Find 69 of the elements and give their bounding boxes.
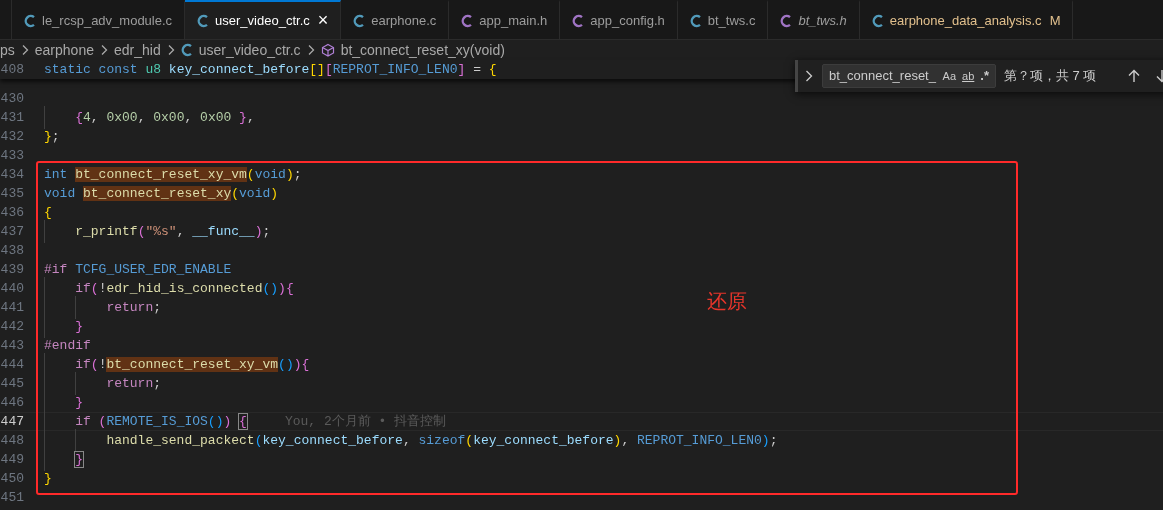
line-number: 450 xyxy=(0,469,25,488)
search-option-toggle[interactable]: .* xyxy=(980,66,989,86)
chevron-right-icon xyxy=(20,44,29,56)
chevron-right-icon xyxy=(804,69,814,83)
code-line: } xyxy=(44,316,83,337)
line-number: 449 xyxy=(0,450,25,469)
breadcrumb-item[interactable]: ps xyxy=(0,39,15,61)
modified-label: M xyxy=(1049,11,1061,30)
breadcrumb-item[interactable]: user_video_ctr.c xyxy=(198,39,301,61)
line-number: 434 xyxy=(0,165,25,184)
chevron-right-icon xyxy=(306,44,315,56)
code-line: { xyxy=(44,203,52,222)
search-option-toggle[interactable]: Aa xyxy=(942,67,957,85)
code-line: static const u8 key_connect_before[][REPROT_INFO_LEN0] = { xyxy=(44,60,497,79)
annotation-label: 还原 xyxy=(707,289,747,314)
line-number: 445 xyxy=(0,374,25,393)
editor-tab[interactable]: user_video_ctr.c × xyxy=(185,0,342,39)
c-file-icon xyxy=(461,13,474,28)
code-line: void bt_connect_reset_xy(void) xyxy=(44,184,279,203)
search-field[interactable]: bt_connect_reset_ Aa ab .* xyxy=(822,64,996,88)
line-number: 447 xyxy=(0,412,25,431)
line-number: 408 xyxy=(0,60,25,79)
close-icon[interactable]: × xyxy=(317,7,329,34)
line-number: 444 xyxy=(0,355,25,374)
code-line: } xyxy=(44,449,84,470)
line-number: 431 xyxy=(0,108,25,127)
c-file-icon xyxy=(197,13,210,28)
code-line: return; xyxy=(44,297,162,318)
c-file-icon xyxy=(780,13,793,28)
line-number: 430 xyxy=(0,89,25,108)
line-number: 448 xyxy=(0,431,25,450)
code-line: #if TCFG_USER_EDR_ENABLE xyxy=(44,260,232,279)
chevron-right-icon xyxy=(166,44,175,56)
line-number: 451 xyxy=(0,488,25,507)
line-number: 437 xyxy=(0,222,25,241)
code-line: }; xyxy=(44,127,60,146)
line-number: 438 xyxy=(0,241,25,260)
chevron-right-icon xyxy=(99,44,108,56)
c-file-icon xyxy=(353,13,366,28)
code-line: int bt_connect_reset_xy_vm(void); xyxy=(44,165,302,184)
code-line: if (REMOTE_IS_IOS()) { xyxy=(44,411,247,432)
c-file-icon xyxy=(871,13,884,28)
line-number: 432 xyxy=(0,127,25,146)
code-line: #endif xyxy=(44,336,91,355)
line-number: 446 xyxy=(0,393,25,412)
line-number: 433 xyxy=(0,146,25,165)
code-line: handle_send_packect(key_connect_before, sizeof(key_connect_before), REPROT_INFO_LEN0); xyxy=(44,430,778,451)
code-line: if(!bt_connect_reset_xy_vm()){ xyxy=(44,354,310,375)
line-number: 436 xyxy=(0,203,25,222)
breadcrumb-item[interactable]: edr_hid xyxy=(113,39,161,61)
line-number: 435 xyxy=(0,184,25,203)
code-line: } xyxy=(44,469,52,488)
breadcrumb-item[interactable]: earphone xyxy=(34,39,94,61)
line-number: 439 xyxy=(0,260,25,279)
cube-icon xyxy=(320,43,335,57)
line-number: 441 xyxy=(0,298,25,317)
search-option-toggle[interactable]: ab xyxy=(962,67,975,85)
code-line: return; xyxy=(44,373,162,394)
line-number: 440 xyxy=(0,279,25,298)
c-file-icon xyxy=(572,13,585,28)
line-number: 443 xyxy=(0,336,25,355)
c-file-icon xyxy=(180,43,193,57)
line-number: 442 xyxy=(0,317,25,336)
match-count: 第？项，共 7 项 xyxy=(1004,67,1097,86)
breadcrumb-item[interactable]: bt_connect_reset_xy(void) xyxy=(340,39,505,61)
code-line: r_printf("%s", __func__); xyxy=(44,221,271,242)
c-file-icon xyxy=(24,13,36,28)
code-line: {4, 0x00, 0x00, 0x00 }, xyxy=(44,107,255,128)
c-file-icon xyxy=(689,13,702,28)
